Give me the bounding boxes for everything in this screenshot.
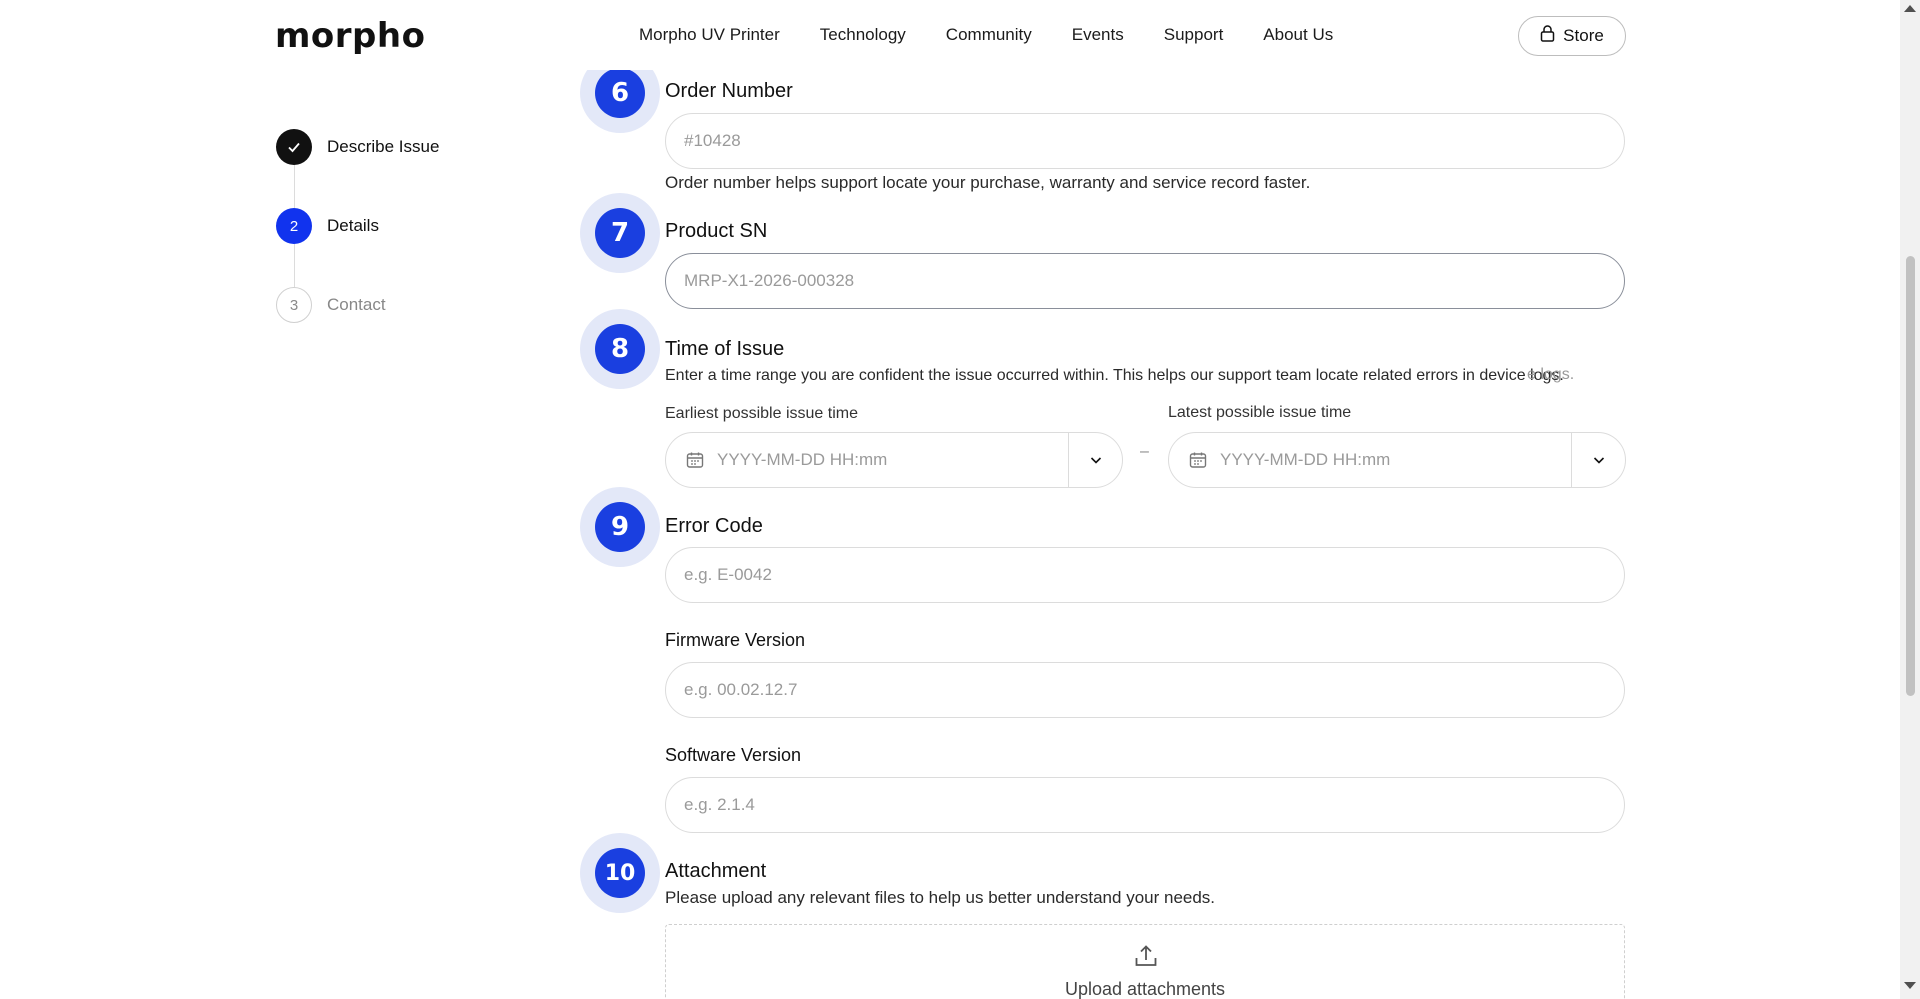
store-label: Store <box>1563 26 1604 45</box>
section-number-badge: 8 <box>580 309 660 389</box>
nav-item-community[interactable]: Community <box>946 25 1032 45</box>
order-number-field[interactable] <box>665 113 1625 169</box>
upload-dropzone[interactable]: Upload attachments <box>665 924 1625 999</box>
nav-item-support[interactable]: Support <box>1164 25 1224 45</box>
upload-label: Upload attachments <box>1064 979 1226 999</box>
step-label: Contact <box>327 295 386 314</box>
scrollbar-thumb[interactable] <box>1906 256 1915 696</box>
time-of-issue-title: Time of Issue <box>665 338 785 360</box>
software-version-label: Software Version <box>665 745 802 765</box>
firmware-version-field[interactable] <box>665 662 1625 718</box>
section-number: 6 <box>595 68 645 118</box>
order-number-help: Order number helps support locate your p… <box>665 173 1311 192</box>
section-number-badge: 10 <box>580 833 660 913</box>
lock-icon <box>1540 25 1555 47</box>
step-label: Details <box>327 216 379 235</box>
nav-item-technology[interactable]: Technology <box>820 25 906 45</box>
section-number: 10 <box>595 848 645 898</box>
time-of-issue-help: Enter a time range you are confident the… <box>665 367 1564 384</box>
step-connector <box>294 244 295 287</box>
section-number-badge: 9 <box>580 487 660 567</box>
product-sn-input[interactable] <box>666 254 1624 308</box>
error-code-title: Error Code <box>665 515 763 537</box>
range-separator: – <box>1140 443 1149 460</box>
chevron-down-icon[interactable] <box>1571 433 1625 487</box>
step-marker: 3 <box>276 287 312 323</box>
store-button[interactable]: Store <box>1518 16 1626 56</box>
error-code-input[interactable] <box>666 548 1624 602</box>
latest-time-label: Latest possible issue time <box>1168 404 1352 421</box>
order-number-input[interactable] <box>666 114 1624 168</box>
calendar-icon <box>685 450 705 470</box>
earliest-time-picker[interactable]: YYYY-MM-DD HH:mm <box>665 432 1123 488</box>
software-version-input[interactable] <box>666 778 1624 832</box>
nav-item-about-us[interactable]: About Us <box>1263 25 1333 45</box>
step-details[interactable]: 2 Details <box>276 208 379 244</box>
step-describe-issue[interactable]: Describe Issue <box>276 129 439 165</box>
step-marker: 2 <box>276 208 312 244</box>
section-number: 9 <box>595 502 645 552</box>
section-number-badge: 7 <box>580 193 660 273</box>
chevron-down-icon[interactable] <box>1068 433 1122 487</box>
scroll-up-arrow-icon[interactable] <box>1904 5 1916 12</box>
time-of-issue-help-overflow: e logs. <box>1527 366 1575 383</box>
upload-icon <box>1133 943 1159 969</box>
earliest-time-placeholder: YYYY-MM-DD HH:mm <box>717 450 888 469</box>
main-nav: Morpho UV Printer Technology Community E… <box>639 25 1373 45</box>
step-label: Describe Issue <box>327 137 440 156</box>
section-number: 7 <box>595 208 645 258</box>
site-header: morpho Morpho UV Printer Technology Comm… <box>0 0 1900 70</box>
nav-item-uv-printer[interactable]: Morpho UV Printer <box>639 25 780 45</box>
latest-time-placeholder: YYYY-MM-DD HH:mm <box>1220 450 1391 469</box>
calendar-icon <box>1188 450 1208 470</box>
order-number-title: Order Number <box>665 80 793 102</box>
latest-time-picker[interactable]: YYYY-MM-DD HH:mm <box>1168 432 1626 488</box>
software-version-field[interactable] <box>665 777 1625 833</box>
firmware-version-input[interactable] <box>666 663 1624 717</box>
firmware-version-label: Firmware Version <box>665 630 806 650</box>
attachment-title: Attachment <box>665 860 767 882</box>
nav-item-events[interactable]: Events <box>1072 25 1124 45</box>
error-code-field[interactable] <box>665 547 1625 603</box>
step-connector <box>294 165 295 208</box>
scroll-down-arrow-icon[interactable] <box>1904 982 1916 989</box>
step-contact[interactable]: 3 Contact <box>276 287 386 323</box>
earliest-time-label: Earliest possible issue time <box>665 405 858 422</box>
check-icon <box>276 129 312 165</box>
page-scrollbar[interactable] <box>1900 0 1920 999</box>
section-number: 8 <box>595 324 645 374</box>
brand-logo[interactable]: morpho <box>275 16 425 56</box>
product-sn-field[interactable] <box>665 253 1625 309</box>
attachment-help: Please upload any relevant files to help… <box>665 888 1216 907</box>
product-sn-title: Product SN <box>665 220 768 242</box>
